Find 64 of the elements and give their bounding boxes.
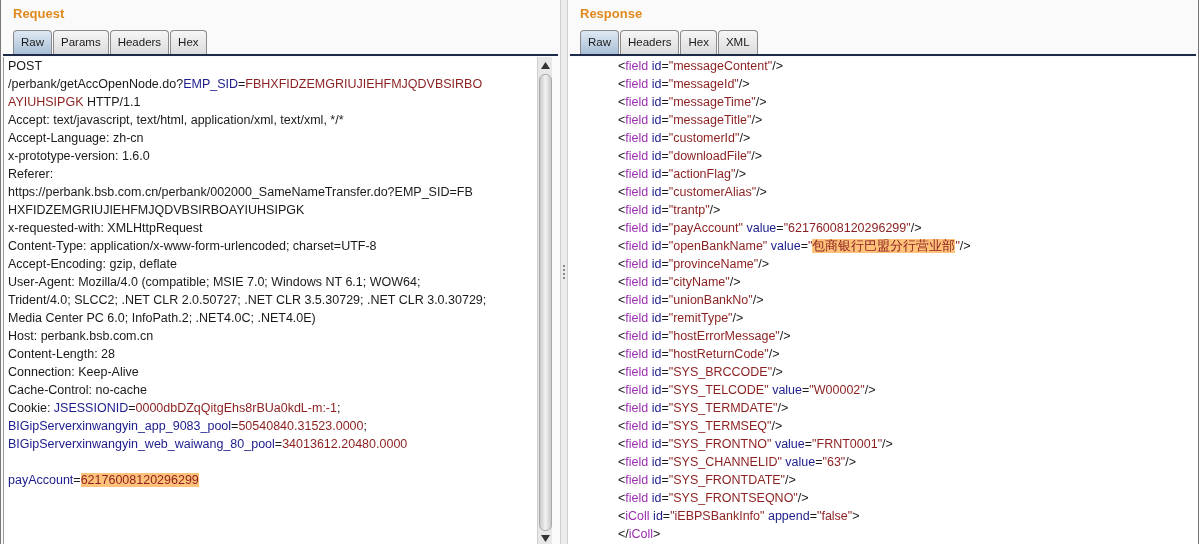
text-editor[interactable] [568, 57, 1198, 544]
code-line: <field id="payAccount" value="62176008120296299"/> [618, 220, 923, 237]
code-line: /perbank/getAccOpenNode.do?EMP_SID=FBHXFIDZEMGRIUJIEHFMJQDVBSIRBO [8, 76, 484, 93]
code-line: Accept: text/javascript, text/html, application/xml, text/xml, */* [8, 112, 345, 129]
panel-title: Response [579, 5, 643, 23]
code-line: Cache-Control: no-cache [8, 382, 148, 399]
code-line: Content-Length: 28 [8, 346, 117, 363]
code-line: <field id="customerId"/> [618, 130, 752, 147]
code-line: Content-Type: application/x-www-form-urlencoded; charset=UTF-8 [8, 238, 378, 255]
text-editor[interactable] [3, 57, 552, 544]
code-line: Referer: [8, 166, 55, 183]
code-line: <field id="messageId"/> [618, 76, 751, 93]
down-arrow-icon[interactable] [540, 535, 550, 542]
code-line: <field id="SYS_FRONTDATE"/> [618, 472, 797, 489]
tab[interactable]: Raw [580, 30, 619, 54]
code-line: <field id="unionBankNo"/> [618, 292, 765, 309]
code-line: https://perbank.bsb.com.cn/perbank/002000_SameNameTransfer.do?EMP_SID=FB [8, 184, 474, 201]
code-line: User-Agent: Mozilla/4.0 (compatible; MSIE 7.0; Windows NT 6.1; WOW64; [8, 274, 422, 291]
code-line: <field id="remitType"/> [618, 310, 745, 327]
code-line: HXFIDZEMGRIUJIEHFMJQDVBSIRBOAYIUHSIPGK [8, 202, 306, 219]
tab[interactable]: Headers [109, 30, 170, 54]
code-line: <field id="SYS_TERMDATE"/> [618, 400, 790, 417]
code-line: payAccount=62176008120296299 [8, 472, 200, 489]
tab[interactable]: Hex [680, 30, 717, 54]
tab[interactable]: Hex [170, 30, 207, 54]
code-line: <iColl id="iEBPSBankInfo" append="false"> [618, 508, 861, 525]
panel-title: Request [12, 5, 65, 23]
code-line: Host: perbank.bsb.com.cn [8, 328, 155, 345]
code-line: <field id="actionFlag"/> [618, 166, 748, 183]
code-line: <field id="cityName"/> [618, 274, 742, 291]
code-line: <field id="SYS_TERMSEQ"/> [618, 418, 784, 435]
code-line: <field id="SYS_FRONTSEQNO"/> [618, 490, 810, 507]
up-arrow-icon[interactable] [540, 62, 550, 69]
code-line: <field id="downloadFile"/> [618, 148, 764, 165]
code-line: <field id="messageTime"/> [618, 94, 768, 111]
code-line: <field id="messageContent"/> [618, 58, 784, 75]
code-line: Cookie: JSESSIONID=0000dbDZqQitgEhs8rBUa0kdL-m:-1; [8, 400, 342, 417]
code-line: Connection: Keep-Alive [8, 364, 140, 381]
code-line: <field id="SYS_TELCODE" value="W00002"/> [618, 382, 877, 399]
code-line: <field id="provinceName"/> [618, 256, 770, 273]
code-line: Accept-Encoding: gzip, deflate [8, 256, 178, 273]
code-line: <field id="trantp"/> [618, 202, 722, 219]
code-line: x-prototype-version: 1.6.0 [8, 148, 151, 165]
code-line: <field id="messageTitle"/> [618, 112, 764, 129]
code-line: Trident/4.0; SLCC2; .NET CLR 2.0.50727; .NET CLR 3.5.30729; .NET CLR 3.0.30729; [8, 292, 488, 309]
code-line: <field id="customerAlias"/> [618, 184, 768, 201]
code-line: <field id="SYS_CHANNELID" value="63"/> [618, 454, 858, 471]
code-line: Media Center PC 6.0; InfoPath.2; .NET4.0C; .NET4.0E) [8, 310, 317, 327]
code-line: AYIUHSIPGK HTTP/1.1 [8, 94, 142, 111]
code-line: BIGipServerxinwangyin_web_waiwang_80_pool=34013612.20480.0000 [8, 436, 409, 453]
tab[interactable]: Headers [620, 30, 680, 54]
code-line: BIGipServerxinwangyin_app_9083_pool=50540840.31523.0000; [8, 418, 368, 435]
code-line: <field id="SYS_BRCCODE"/> [618, 364, 784, 381]
code-line: x-requested-with: XMLHttpRequest [8, 220, 204, 237]
code-line: <field id="hostErrorMessage"/> [618, 328, 792, 345]
code-line: POST [8, 58, 44, 75]
tab[interactable]: Raw [13, 30, 52, 54]
splitter-handle[interactable] [560, 0, 568, 544]
code-line: Accept-Language: zh-cn [8, 130, 145, 147]
code-line: </iColl> [618, 526, 662, 543]
tab[interactable]: XML [717, 30, 758, 54]
code-line: <field id="hostReturnCode"/> [618, 346, 781, 363]
tab[interactable]: Params [53, 30, 109, 54]
code-line: <field id="SYS_FRONTNO" value="FRNT0001"/> [618, 436, 894, 453]
